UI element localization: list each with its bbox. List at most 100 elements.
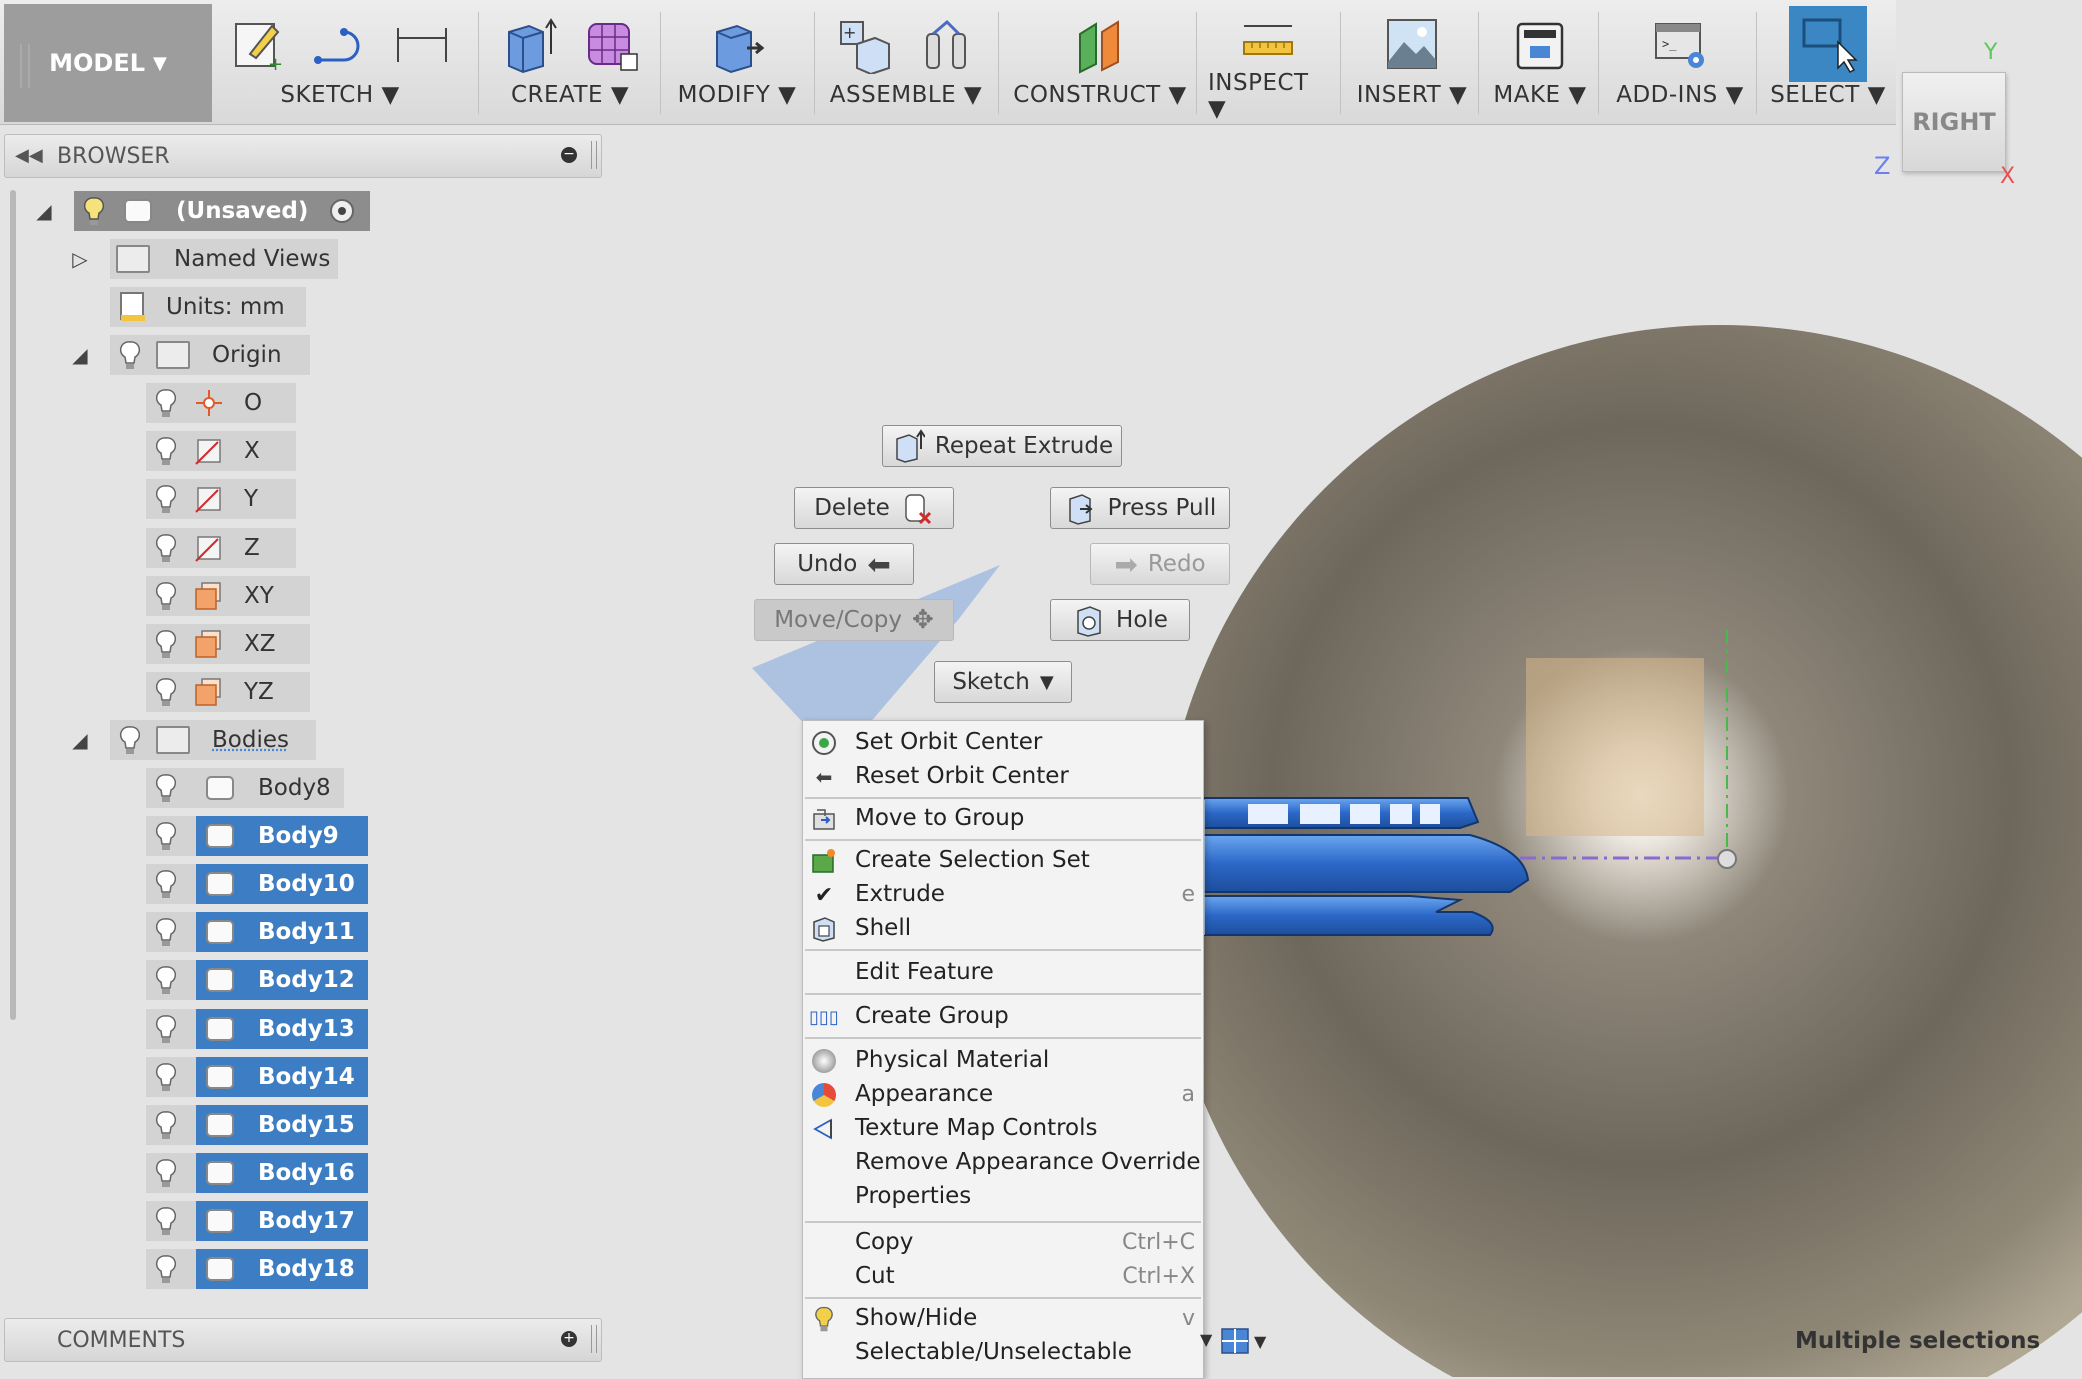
expand-triangle-icon[interactable]: ◢	[70, 728, 90, 752]
tree-row-named-views[interactable]: ▷ Named Views	[70, 239, 338, 279]
box-extrude-icon[interactable]	[499, 14, 559, 74]
press-pull-icon[interactable]	[707, 14, 767, 74]
expand-arrow-icon[interactable]: ▷	[70, 247, 90, 271]
joint-icon[interactable]	[917, 14, 977, 74]
tree-node-origin[interactable]: Origin	[110, 335, 310, 375]
radio-active-icon[interactable]	[330, 199, 355, 223]
menu-item-copy[interactable]: Copy Ctrl+C	[803, 1225, 1203, 1259]
tree-node-origin-item[interactable]: XZ	[146, 624, 310, 664]
lightbulb-icon[interactable]	[154, 820, 178, 852]
hole-button[interactable]: Hole	[1050, 599, 1190, 641]
toolbar-group-create[interactable]: CREATE ▼	[490, 6, 650, 122]
tree-row-body12[interactable]: Body12	[146, 960, 368, 1001]
tree-row-root[interactable]: ◢ (Unsaved)	[34, 191, 370, 231]
undo-button[interactable]: Undo ⬅	[774, 543, 914, 585]
tree-row-origin-xz[interactable]: XZ	[146, 624, 310, 664]
lightbulb-icon[interactable]	[154, 868, 178, 900]
lightbulb-icon[interactable]	[118, 339, 142, 371]
toolbar-group-assemble[interactable]: + ASSEMBLE ▼	[826, 6, 986, 122]
tree-row-origin-y[interactable]: Y	[146, 479, 296, 520]
menu-item-properties[interactable]: Properties	[803, 1179, 1203, 1213]
tree-node-body[interactable]: Body13	[196, 1008, 368, 1049]
body-visibility-cell[interactable]	[146, 1008, 196, 1049]
tree-node-origin-item[interactable]: Y	[146, 479, 296, 520]
sketch-dimension-icon[interactable]	[392, 14, 452, 74]
tree-row-body10[interactable]: Body10	[146, 864, 368, 905]
toolbar-group-select[interactable]: SELECT ▼	[1768, 6, 1888, 122]
tree-node-body[interactable]: Body10	[196, 864, 368, 905]
body-visibility-cell[interactable]	[146, 912, 196, 953]
display-settings-button[interactable]: ▼	[1220, 1324, 1278, 1358]
toolbar-label-sketch[interactable]: SKETCH ▼	[280, 82, 399, 108]
toolbar-grip[interactable]	[20, 44, 30, 88]
lightbulb-icon[interactable]	[154, 483, 178, 515]
menu-item-shell[interactable]: Shell	[803, 911, 1203, 945]
body-visibility-cell[interactable]	[146, 1104, 196, 1145]
tree-node-body[interactable]: Body16	[196, 1152, 368, 1193]
tree-node-named-views[interactable]: Named Views	[110, 239, 338, 279]
menu-item-cut[interactable]: Cut Ctrl+X	[803, 1259, 1203, 1293]
construct-plane-icon[interactable]	[1070, 14, 1130, 74]
tree-row-origin-x[interactable]: X	[146, 431, 296, 472]
menu-item-move-to-group[interactable]: Move to Group	[803, 801, 1203, 835]
tree-node-body[interactable]: Body17	[196, 1200, 368, 1241]
select-tool-active[interactable]	[1789, 6, 1867, 82]
tree-node-body[interactable]: Body14	[196, 1056, 368, 1097]
body-visibility-cell[interactable]	[146, 1056, 196, 1097]
tree-row-units[interactable]: Units: mm	[110, 287, 306, 327]
sketch-create-icon[interactable]: +	[228, 14, 288, 74]
body-visibility-cell[interactable]	[146, 768, 196, 808]
expand-triangle-icon[interactable]: ◢	[70, 343, 90, 367]
lightbulb-icon[interactable]	[154, 1205, 178, 1237]
tree-node-units[interactable]: Units: mm	[110, 287, 306, 327]
toolbar-label-addins[interactable]: ADD-INS ▼	[1616, 82, 1744, 108]
tree-row-origin[interactable]: ◢ Origin	[70, 335, 310, 375]
tree-node-origin-item[interactable]: XY	[146, 575, 310, 616]
toolbar-group-make[interactable]: MAKE ▼	[1490, 6, 1590, 122]
tree-row-origin-xy[interactable]: XY	[146, 575, 310, 616]
tree-node-body[interactable]: Body18	[196, 1249, 368, 1289]
menu-item-texture-map-controls[interactable]: Texture Map Controls	[803, 1111, 1203, 1145]
toolbar-label-make[interactable]: MAKE ▼	[1493, 82, 1586, 108]
lightbulb-icon[interactable]	[118, 724, 142, 756]
lightbulb-icon[interactable]	[154, 580, 178, 612]
scripts-icon[interactable]: >_	[1650, 14, 1710, 74]
tree-node-body[interactable]: Body12	[196, 960, 368, 1001]
toolbar-label-modify[interactable]: MODIFY ▼	[678, 82, 797, 108]
plus-circle-icon[interactable]: +	[561, 1331, 577, 1347]
workspace-switcher[interactable]: MODEL ▼	[4, 4, 212, 122]
tree-row-body14[interactable]: Body14	[146, 1056, 368, 1097]
tree-node-origin-item[interactable]: Z	[146, 527, 296, 568]
tree-row-body17[interactable]: Body17	[146, 1200, 368, 1241]
lightbulb-icon[interactable]	[154, 964, 178, 996]
sketch-point[interactable]	[1717, 849, 1737, 869]
toolbar-group-insert[interactable]: INSERT ▼	[1352, 6, 1472, 122]
toolbar-label-select[interactable]: SELECT ▼	[1770, 82, 1886, 108]
body-visibility-cell[interactable]	[146, 1152, 196, 1193]
tree-node-body[interactable]: Body9	[196, 816, 368, 857]
tree-node-origin-item[interactable]: O	[146, 383, 296, 423]
comments-panel-header[interactable]: COMMENTS +	[4, 1318, 602, 1362]
tree-row-body16[interactable]: Body16	[146, 1152, 368, 1193]
lightbulb-icon[interactable]	[154, 387, 178, 419]
move-copy-button[interactable]: Move/Copy ✥	[754, 599, 954, 641]
menu-item-show-hide[interactable]: Show/Hide v	[803, 1301, 1203, 1335]
toolbar-label-assemble[interactable]: ASSEMBLE ▼	[830, 82, 982, 108]
body-visibility-cell[interactable]	[146, 1249, 196, 1289]
tree-row-body18[interactable]: Body18	[146, 1249, 368, 1289]
lightbulb-icon[interactable]	[154, 1061, 178, 1093]
toolbar-group-modify[interactable]: MODIFY ▼	[672, 6, 802, 122]
tree-node-body[interactable]: Body11	[196, 912, 368, 953]
sketch-arc-icon[interactable]	[310, 14, 370, 74]
menu-item-appearance[interactable]: Appearance a	[803, 1077, 1203, 1111]
lightbulb-icon[interactable]	[154, 532, 178, 564]
body-visibility-cell[interactable]	[146, 1200, 196, 1241]
lightbulb-icon[interactable]	[154, 772, 178, 804]
chevron-down-icon[interactable]: ▼	[1200, 1330, 1212, 1349]
lightbulb-icon[interactable]	[154, 1013, 178, 1045]
lightbulb-icon[interactable]	[154, 1253, 178, 1285]
menu-item-selectable[interactable]: Selectable/Unselectable	[803, 1335, 1203, 1369]
collapse-panel-icon[interactable]: ◀◀	[15, 145, 43, 166]
viewcube[interactable]: RIGHT	[1902, 72, 2006, 172]
lightbulb-icon[interactable]	[154, 435, 178, 467]
